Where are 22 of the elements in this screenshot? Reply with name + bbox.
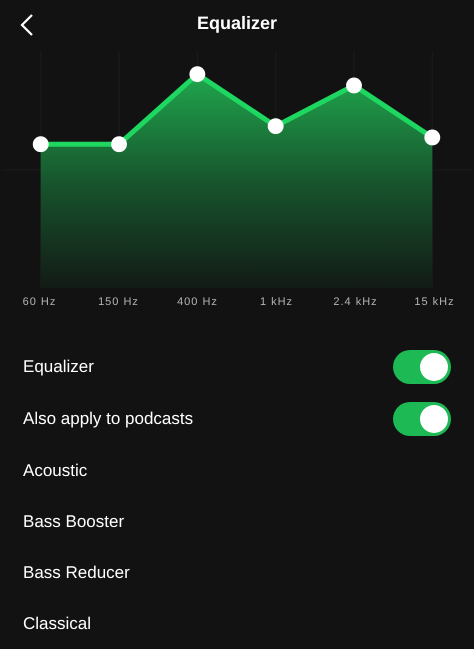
band-handle[interactable] bbox=[32, 136, 49, 152]
frequency-label: 60 Hz bbox=[22, 294, 56, 310]
frequency-label: 2.4 kHz bbox=[333, 294, 378, 310]
toggle-switch[interactable] bbox=[393, 350, 451, 384]
frequency-label: 1 kHz bbox=[260, 294, 294, 310]
preset-item[interactable]: Classical bbox=[23, 610, 92, 636]
band-handle[interactable] bbox=[346, 77, 362, 93]
band-handle[interactable] bbox=[424, 129, 440, 145]
preset-item[interactable]: Acoustic bbox=[23, 458, 88, 484]
preset-item[interactable]: Bass Booster bbox=[23, 508, 124, 534]
back-chevron-icon bbox=[20, 13, 34, 37]
frequency-label: 15 kHz bbox=[414, 294, 455, 310]
setting-label: Also apply to podcasts bbox=[23, 408, 194, 430]
page-title: Equalizer bbox=[196, 12, 278, 36]
band-handle[interactable] bbox=[189, 66, 206, 82]
frequency-label: 150 Hz bbox=[98, 294, 139, 310]
toggle-switch[interactable] bbox=[393, 402, 451, 436]
preset-item[interactable]: Bass Reducer bbox=[23, 560, 130, 586]
frequency-label: 400 Hz bbox=[177, 294, 218, 310]
band-handle[interactable] bbox=[111, 136, 127, 152]
band-handle[interactable] bbox=[268, 118, 284, 134]
setting-label: Equalizer bbox=[23, 356, 94, 378]
